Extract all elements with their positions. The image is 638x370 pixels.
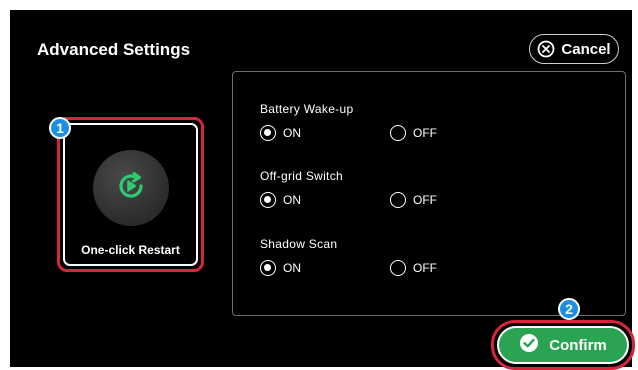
off-grid-switch-group: Off-grid Switch ON OFF [260,169,437,214]
on-label: ON [283,261,301,275]
off-grid-switch-off-radio[interactable]: OFF [390,192,437,208]
options-panel: Battery Wake-up ON OFF Off-grid Switch O… [232,71,626,316]
step-badge-1: 1 [49,117,71,139]
radio-unchecked-icon [390,192,406,208]
off-label: OFF [413,261,437,275]
off-grid-switch-label: Off-grid Switch [260,169,343,183]
page-title: Advanced Settings [37,40,191,59]
shadow-scan-on-radio[interactable]: ON [260,260,301,276]
radio-unchecked-icon [390,260,406,276]
radio-unchecked-icon [390,125,406,141]
radio-checked-icon [260,192,276,208]
restart-highlight: One-click Restart [57,117,204,272]
shadow-scan-off-radio[interactable]: OFF [390,260,437,276]
radio-checked-icon [260,125,276,141]
battery-wakeup-on-radio[interactable]: ON [260,125,301,141]
off-label: OFF [413,193,437,207]
shadow-scan-label: Shadow Scan [260,237,338,251]
confirm-highlight: Confirm [491,320,635,370]
restart-icon-circle [93,150,169,226]
on-label: ON [283,193,301,207]
close-circle-icon [537,40,555,58]
check-circle-icon [519,333,539,357]
shadow-scan-radio-row: ON OFF [260,260,437,282]
off-grid-switch-radio-row: ON OFF [260,192,437,214]
confirm-label: Confirm [549,336,607,354]
restart-play-icon [114,169,148,208]
step-badge-2: 2 [558,298,580,320]
off-grid-switch-on-radio[interactable]: ON [260,192,301,208]
cancel-button[interactable]: Cancel [529,34,619,64]
confirm-button[interactable]: Confirm [497,326,629,364]
restart-label: One-click Restart [81,243,180,257]
on-label: ON [283,126,301,140]
off-label: OFF [413,126,437,140]
shadow-scan-group: Shadow Scan ON OFF [260,237,437,282]
battery-wakeup-radio-row: ON OFF [260,125,437,147]
radio-checked-icon [260,260,276,276]
battery-wakeup-label: Battery Wake-up [260,102,354,116]
cancel-label: Cancel [561,40,611,58]
battery-wakeup-group: Battery Wake-up ON OFF [260,102,437,147]
one-click-restart-button[interactable]: One-click Restart [63,123,198,266]
battery-wakeup-off-radio[interactable]: OFF [390,125,437,141]
